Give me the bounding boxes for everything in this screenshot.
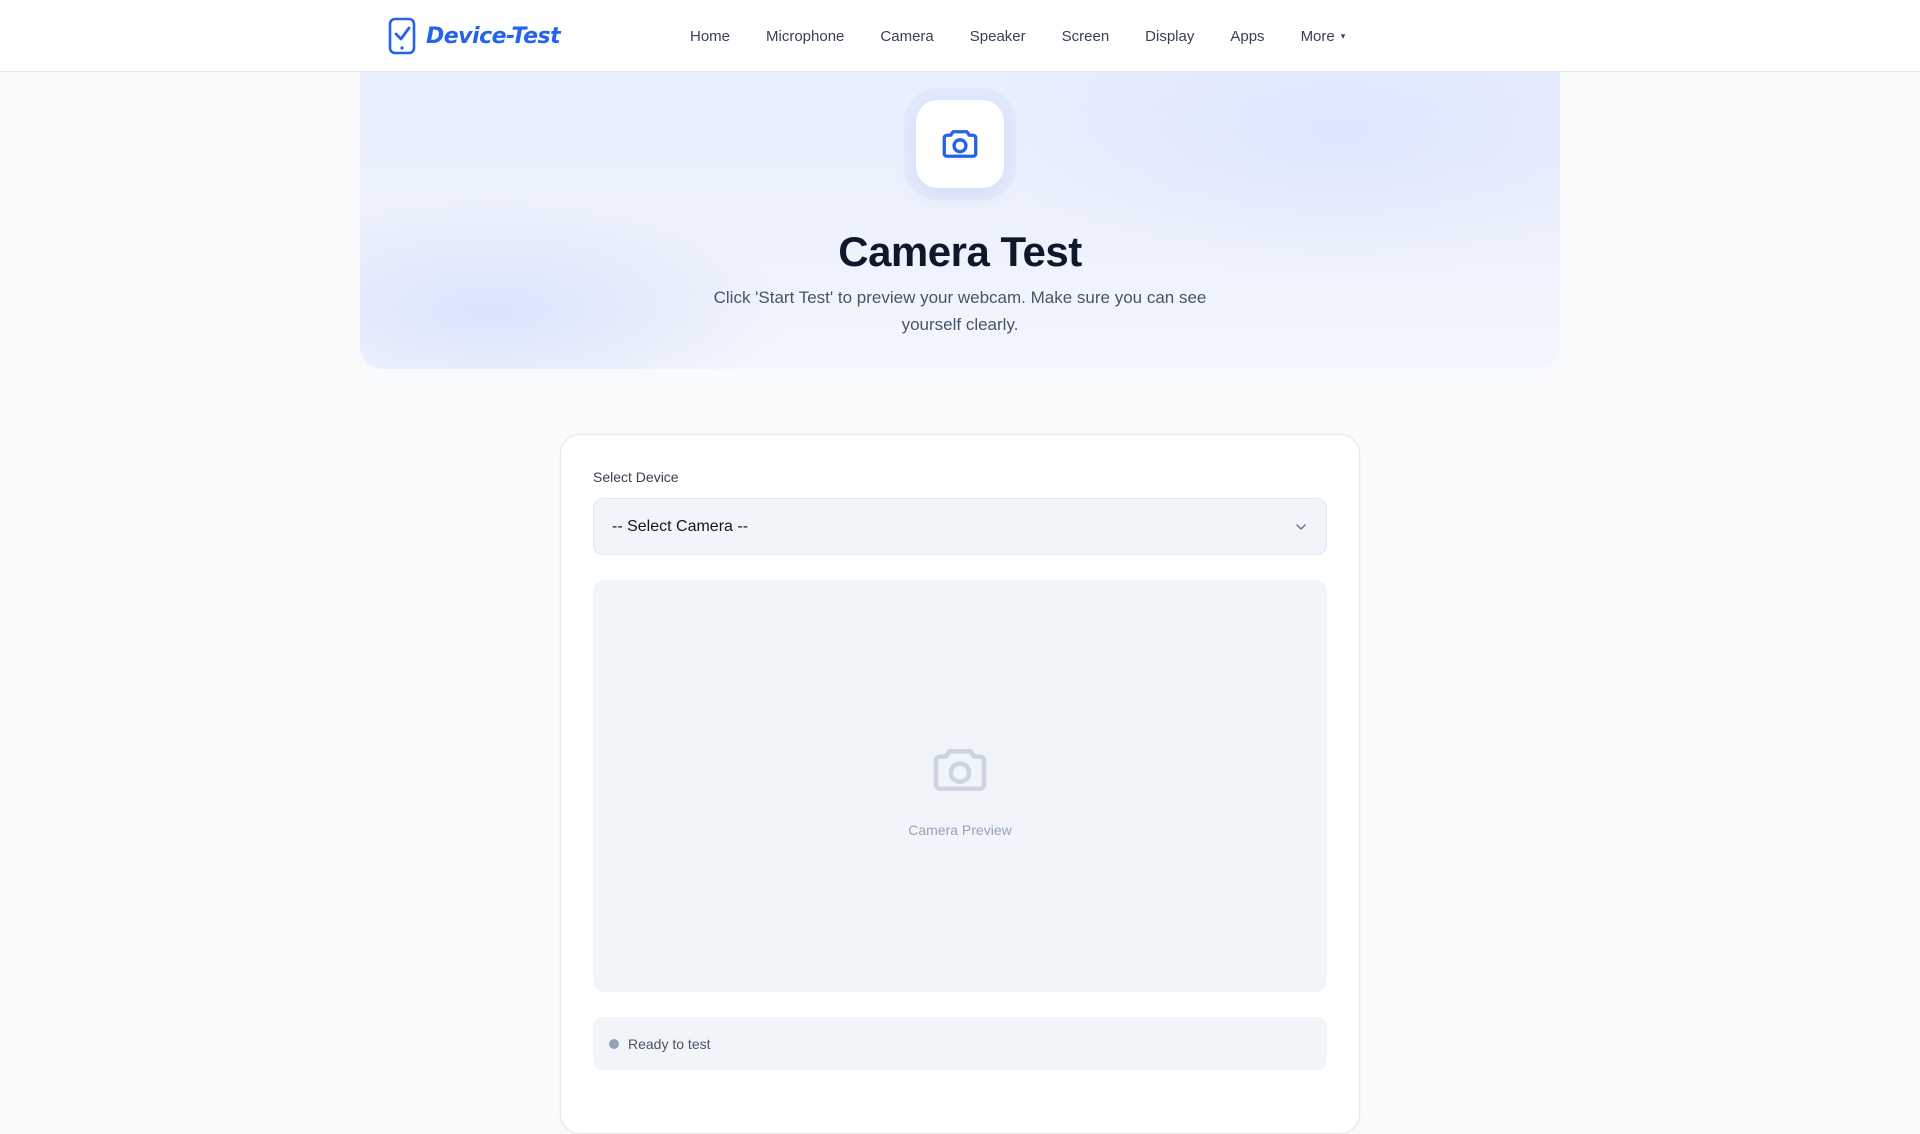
camera-icon (942, 130, 978, 158)
page-title: Camera Test (838, 228, 1082, 275)
page-subtitle: Click 'Start Test' to preview your webca… (713, 288, 1207, 334)
nav-apps[interactable]: Apps (1230, 28, 1264, 45)
nav-more-label: More (1300, 27, 1335, 45)
chevron-down-icon (1296, 524, 1306, 530)
brand-logo-link[interactable]: Device-Test (388, 17, 561, 55)
camera-preview-label: Camera Preview (908, 822, 1012, 838)
hero-section: Camera Test Click 'Start Test' to previe… (360, 72, 1560, 369)
camera-select[interactable]: -- Select Camera -- (593, 498, 1327, 555)
nav-camera[interactable]: Camera (880, 28, 933, 45)
caret-down-icon: ▾ (1340, 30, 1346, 41)
brand-name: Device-Test (426, 23, 561, 49)
select-device-label: Select Device (593, 469, 679, 485)
nav-display[interactable]: Display (1145, 28, 1194, 45)
device-check-icon (388, 17, 416, 55)
camera-placeholder-icon (933, 749, 987, 791)
status-indicator-dot (609, 1038, 619, 1049)
main-nav: Home Microphone Camera Speaker Screen Di… (690, 0, 1345, 72)
status-text: Ready to test (628, 1035, 711, 1052)
status-bar: Ready to test (593, 1017, 1327, 1070)
nav-home[interactable]: Home (690, 28, 730, 45)
top-navbar: Device-Test Home Microphone Camera Speak… (0, 0, 1920, 72)
nav-speaker[interactable]: Speaker (970, 28, 1026, 45)
camera-test-card: Select Device -- Select Camera -- Camera… (560, 434, 1360, 1134)
nav-microphone[interactable]: Microphone (766, 28, 844, 45)
nav-more-dropdown[interactable]: More ▾ (1301, 28, 1346, 45)
nav-screen[interactable]: Screen (1062, 28, 1110, 45)
camera-select-value: -- Select Camera -- (612, 517, 749, 535)
camera-preview-area: Camera Preview (593, 580, 1327, 992)
hero-icon-tile (916, 100, 1004, 188)
